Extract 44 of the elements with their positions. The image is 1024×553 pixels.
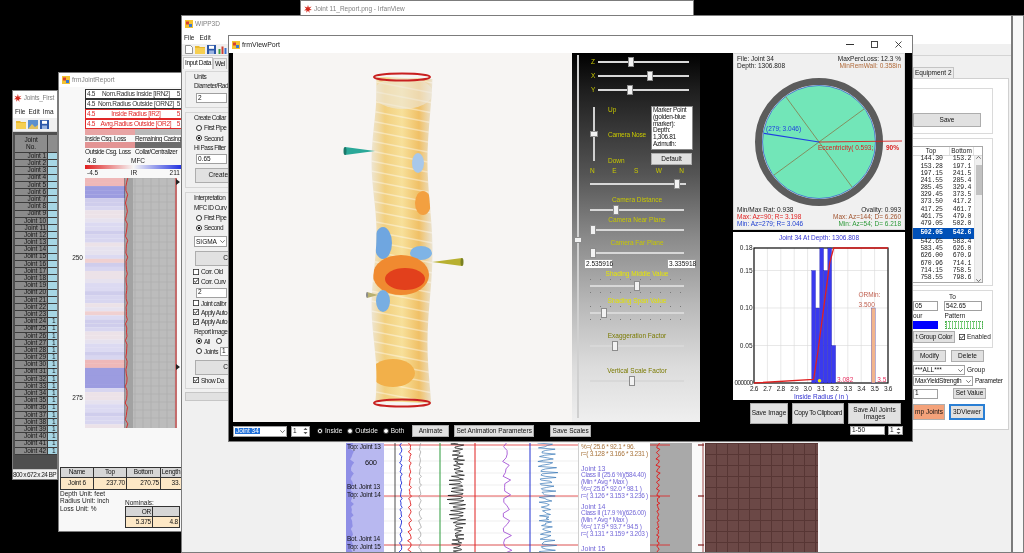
splat-icon bbox=[14, 94, 22, 102]
caret-icon bbox=[958, 368, 963, 372]
scrollbar[interactable] bbox=[974, 156, 982, 282]
spinner-arrows-icon bbox=[303, 427, 308, 435]
splat-icon bbox=[304, 4, 312, 13]
slider-track[interactable] bbox=[574, 55, 582, 418]
caret-icon bbox=[966, 379, 971, 383]
slider-thumb[interactable] bbox=[628, 376, 635, 386]
radio-button[interactable] bbox=[215, 338, 222, 345]
scroll-thumb[interactable] bbox=[975, 165, 982, 195]
slider-thumb[interactable] bbox=[612, 341, 618, 351]
document-icon[interactable] bbox=[185, 45, 193, 54]
table-cell bbox=[48, 303, 57, 312]
table-cell bbox=[48, 224, 57, 233]
close-icon bbox=[894, 41, 902, 48]
caret-icon bbox=[280, 429, 285, 433]
caret-icon bbox=[220, 240, 225, 244]
pattern-swatch-icon bbox=[945, 320, 983, 329]
dot-icon bbox=[817, 379, 822, 383]
slider-thumb[interactable] bbox=[626, 85, 633, 95]
slider-thumb[interactable] bbox=[634, 281, 640, 291]
slider-thumb[interactable] bbox=[590, 225, 596, 235]
slider-thumb[interactable] bbox=[612, 205, 619, 215]
window-icon bbox=[62, 76, 70, 84]
slider-thumb[interactable] bbox=[574, 237, 582, 244]
progress-track bbox=[185, 391, 229, 401]
window-icon bbox=[185, 19, 193, 28]
minimize-icon bbox=[846, 44, 854, 45]
save-icon[interactable] bbox=[40, 120, 49, 129]
slider-thumb[interactable] bbox=[590, 248, 596, 258]
slider-thumb[interactable] bbox=[601, 308, 608, 318]
table-cell bbox=[48, 188, 57, 197]
window-icon bbox=[232, 40, 240, 49]
maximize-icon bbox=[870, 41, 878, 48]
slider-thumb[interactable] bbox=[647, 71, 654, 81]
caret-up-icon bbox=[976, 156, 981, 159]
slider-thumb[interactable] bbox=[673, 179, 680, 189]
slider-thumb[interactable] bbox=[627, 57, 634, 67]
save-icon[interactable] bbox=[207, 45, 216, 54]
slider-thumb[interactable] bbox=[590, 131, 598, 138]
spinner-arrows-icon bbox=[896, 426, 901, 435]
column-header bbox=[48, 135, 57, 153]
chart-icon[interactable] bbox=[218, 45, 227, 54]
caret-down-icon bbox=[976, 279, 981, 282]
